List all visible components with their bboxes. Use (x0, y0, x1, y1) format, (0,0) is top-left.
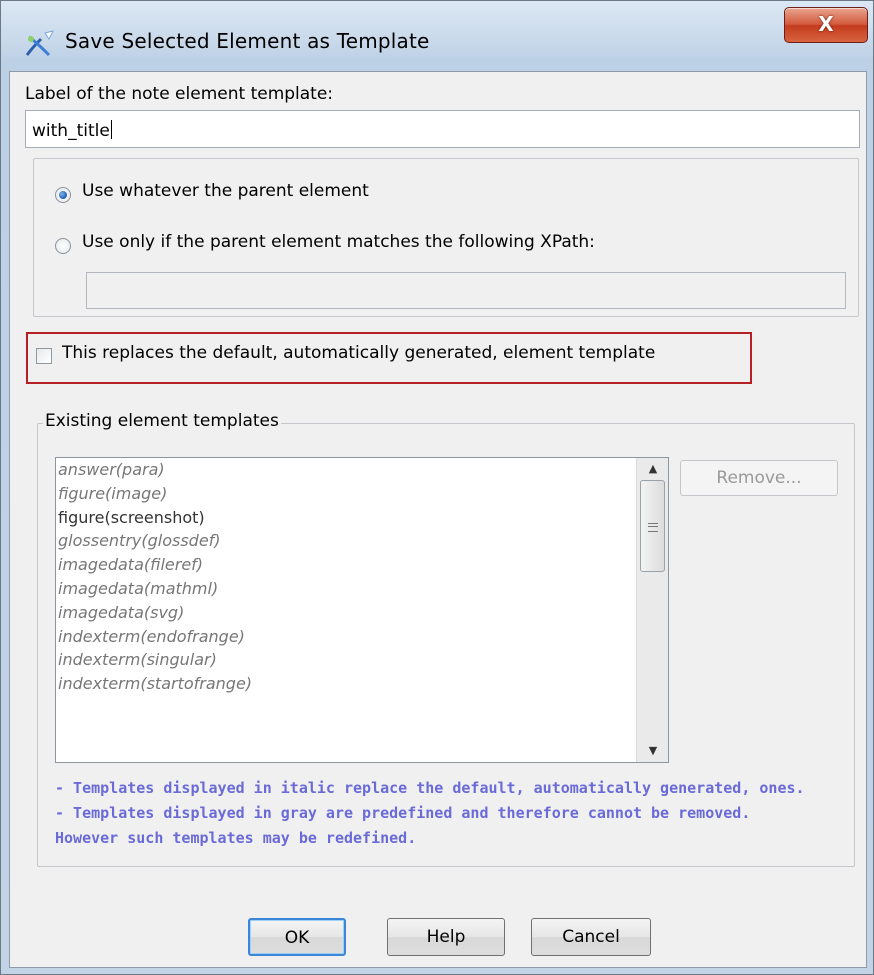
close-icon: X (818, 12, 834, 36)
replace-default-checkbox[interactable] (36, 348, 52, 364)
help-button[interactable]: Help (387, 918, 505, 956)
template-list-items: answer(para) figure(image) figure(screensh… (58, 458, 252, 762)
note-redefine: However such templates may be redefined. (55, 829, 417, 847)
list-scrollbar[interactable]: ▲ ▼ (636, 458, 668, 762)
template-list-item[interactable]: indexterm(endofrange) (58, 625, 252, 649)
scroll-down-icon[interactable]: ▼ (637, 740, 669, 762)
template-list-item[interactable]: figure(screenshot) (58, 506, 252, 530)
template-app-icon (25, 30, 54, 57)
radio-xpath-parent[interactable] (55, 238, 71, 254)
ok-button[interactable]: OK (248, 918, 346, 956)
radio-any-parent[interactable] (55, 187, 71, 203)
dialog-title: Save Selected Element as Template (65, 29, 430, 53)
existing-templates-list[interactable]: answer(para) figure(image) figure(screensh… (55, 457, 669, 763)
radio-xpath-parent-label[interactable]: Use only if the parent element matches t… (82, 232, 595, 252)
template-label-heading: Label of the note element template: (25, 84, 334, 104)
grip-icon (648, 523, 658, 532)
template-list-item[interactable] (58, 720, 252, 744)
close-button[interactable]: X (784, 7, 868, 43)
cancel-button[interactable]: Cancel (531, 918, 651, 956)
note-italic: - Templates displayed in italic replace … (55, 779, 805, 797)
remove-button[interactable]: Remove... (680, 460, 838, 496)
scroll-up-icon[interactable]: ▲ (637, 458, 669, 480)
template-list-item[interactable]: indexterm(singular) (58, 648, 252, 672)
note-gray: - Templates displayed in gray are predef… (55, 804, 751, 822)
xpath-input[interactable] (86, 272, 846, 309)
template-list-item[interactable] (58, 744, 252, 762)
title-bar[interactable]: Save Selected Element as Template X (1, 1, 873, 73)
template-list-item[interactable]: imagedata(fileref) (58, 553, 252, 577)
template-label-value: with_title (32, 121, 110, 141)
template-list-item[interactable]: imagedata(svg) (58, 601, 252, 625)
template-list-item[interactable]: imagedata(mathml) (58, 577, 252, 601)
template-list-item[interactable]: glossentry(glossdef) (58, 529, 252, 553)
text-caret (110, 120, 112, 139)
existing-templates-legend: Existing element templates (43, 411, 281, 431)
replace-default-label[interactable]: This replaces the default, automatically… (62, 343, 655, 363)
scroll-thumb[interactable] (640, 480, 665, 572)
radio-any-parent-label[interactable]: Use whatever the parent element (82, 181, 369, 201)
template-list-item[interactable]: answer(para) (58, 458, 252, 482)
template-label-input[interactable]: with_title (25, 110, 860, 148)
template-list-item[interactable]: indexterm(startofrange) (58, 672, 252, 696)
template-list-item[interactable] (58, 696, 252, 720)
template-list-item[interactable]: figure(image) (58, 482, 252, 506)
